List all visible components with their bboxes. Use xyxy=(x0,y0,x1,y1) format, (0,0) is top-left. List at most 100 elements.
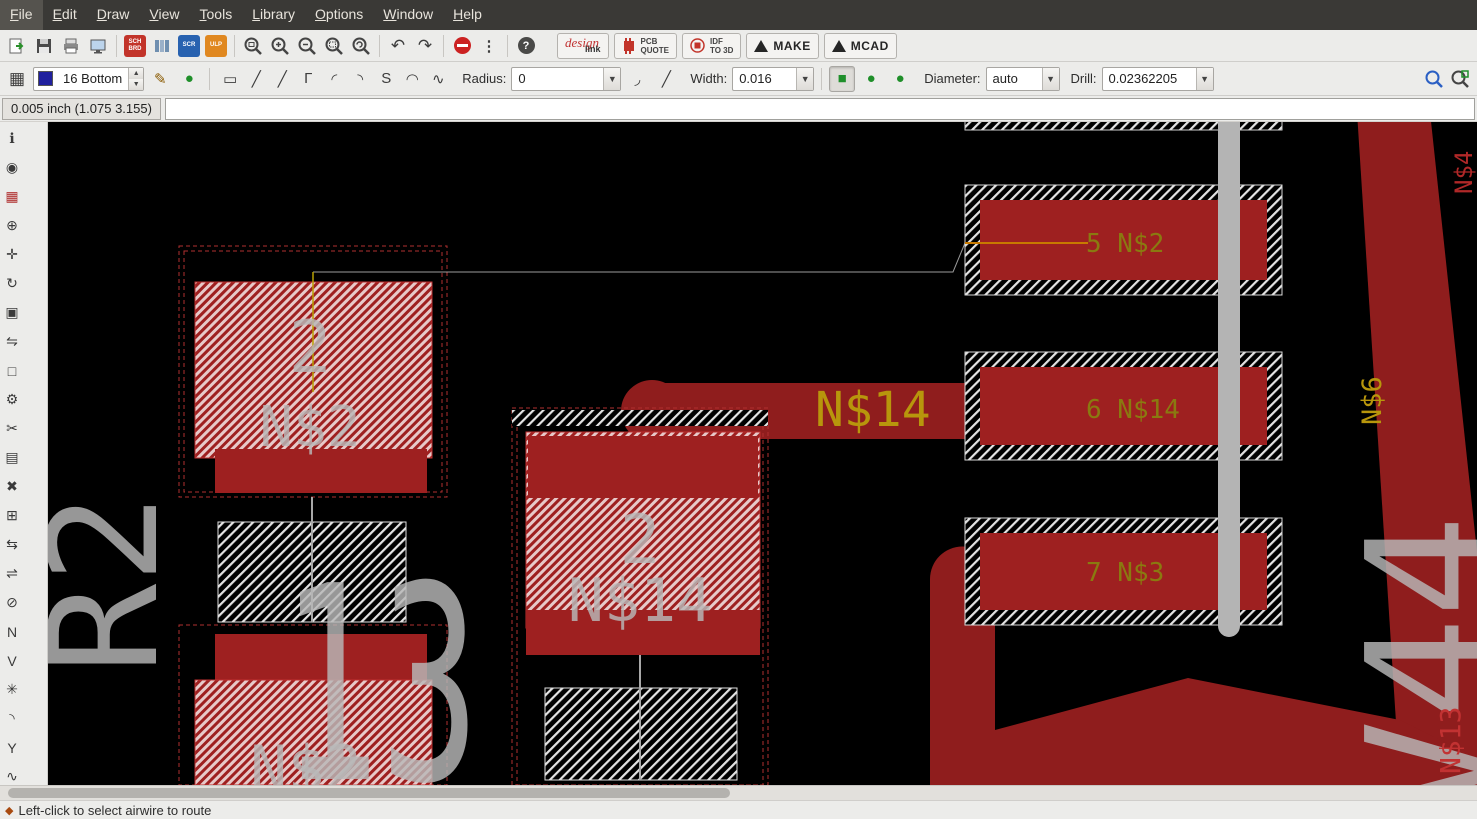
radius-combo[interactable]: 0 ▼ xyxy=(511,66,622,91)
menu-item[interactable]: Library xyxy=(242,0,305,30)
run-script-icon[interactable]: SCR xyxy=(176,33,202,59)
zoom-out-icon[interactable] xyxy=(294,33,320,59)
search-object-icon[interactable] xyxy=(1447,66,1473,92)
scrollbar-thumb[interactable] xyxy=(8,788,730,798)
dropdown-arrow-icon[interactable]: ▼ xyxy=(603,67,621,90)
menu-item[interactable]: Options xyxy=(305,0,373,30)
value-icon[interactable]: V xyxy=(0,646,24,675)
move-icon[interactable]: ✛ xyxy=(0,240,24,269)
layer-color-swatch xyxy=(38,71,53,86)
bend-style-icon[interactable]: ╱ xyxy=(269,66,295,92)
menu-item[interactable]: Help xyxy=(443,0,492,30)
zoom-in-icon[interactable] xyxy=(267,33,293,59)
miter-round-icon[interactable]: ◞ xyxy=(624,66,650,92)
miter-icon[interactable]: ◝ xyxy=(0,704,24,733)
paste-icon[interactable]: ▤ xyxy=(0,443,24,472)
idf-to-3d-button[interactable]: IDF TO 3D xyxy=(681,32,742,59)
menu-item[interactable]: Draw xyxy=(87,0,140,30)
diameter-combo[interactable]: auto ▼ xyxy=(985,66,1060,91)
stop-icon[interactable] xyxy=(449,33,475,59)
delete-icon[interactable]: ✖ xyxy=(0,472,24,501)
pad-label-6: 6 N$14 xyxy=(1086,395,1180,425)
dropdown-arrow-icon[interactable]: ▼ xyxy=(796,67,814,90)
display-layers-icon[interactable]: ▦ xyxy=(0,182,24,211)
horizontal-scrollbar[interactable] xyxy=(0,785,1477,800)
dropdown-arrow-icon[interactable]: ▼ xyxy=(1195,67,1213,90)
width-value: 0.016 xyxy=(739,71,772,86)
bend-style-icon[interactable]: ∿ xyxy=(425,66,451,92)
silk-left-bottom-net: N$2 xyxy=(250,732,362,785)
design-link-button[interactable]: design link xyxy=(557,32,609,59)
make-button[interactable]: MAKE xyxy=(746,32,819,59)
top-layer-trace[interactable] xyxy=(1218,122,1240,626)
info-icon[interactable]: ℹ xyxy=(0,124,24,153)
pcb-icon xyxy=(623,37,634,54)
zoom-redraw-icon[interactable] xyxy=(348,33,374,59)
silk-left-pin: 2 xyxy=(288,305,331,389)
pinswap-icon[interactable]: ⇆ xyxy=(0,530,24,559)
lock-icon[interactable]: ⊘ xyxy=(0,588,24,617)
grid-settings-icon[interactable]: ▦ xyxy=(4,66,30,92)
menu-item[interactable]: Window xyxy=(373,0,443,30)
overflow-menu-icon[interactable]: ⋮ xyxy=(476,33,502,59)
name-icon[interactable]: N xyxy=(0,617,24,646)
mirror-icon[interactable]: ⇋ xyxy=(0,327,24,356)
select-signal-icon[interactable]: ✎ xyxy=(147,66,173,92)
bend-style-icon[interactable]: S xyxy=(373,66,399,92)
via-square-icon[interactable]: ■ xyxy=(829,65,856,92)
bend-style-icon[interactable]: ◠ xyxy=(399,66,425,92)
miter-straight-icon[interactable]: ╱ xyxy=(653,66,679,92)
search-icon[interactable] xyxy=(1421,66,1447,92)
copy-icon[interactable]: ▣ xyxy=(0,298,24,327)
via-round-icon[interactable]: ● xyxy=(858,66,884,92)
mark-icon[interactable]: ⊕ xyxy=(0,211,24,240)
change-icon[interactable]: ⚙ xyxy=(0,385,24,414)
run-ulp-icon[interactable]: ULP xyxy=(203,33,229,59)
top-layer-trace-cap xyxy=(1218,615,1240,637)
undo-icon[interactable]: ↶ xyxy=(385,33,411,59)
bend-style-icon[interactable]: ◜ xyxy=(321,66,347,92)
menu-item[interactable]: Tools xyxy=(190,0,243,30)
replace-icon[interactable]: ⇌ xyxy=(0,559,24,588)
redo-icon[interactable]: ↷ xyxy=(412,33,438,59)
add-icon[interactable]: ⊞ xyxy=(0,501,24,530)
bend-style-icon[interactable]: ▭ xyxy=(217,66,243,92)
save-icon[interactable] xyxy=(31,33,57,59)
rotate-icon[interactable]: ↻ xyxy=(0,269,24,298)
width-combo[interactable]: 0.016 ▼ xyxy=(732,66,815,91)
bend-style-icon[interactable]: ◝ xyxy=(347,66,373,92)
menu-item[interactable]: File xyxy=(0,0,43,30)
manage-libraries-icon[interactable] xyxy=(149,33,175,59)
menu-item[interactable]: View xyxy=(139,0,189,30)
open-icon[interactable] xyxy=(4,33,30,59)
cut-icon[interactable]: ✂ xyxy=(0,414,24,443)
layer-select[interactable]: 16 Bottom ▲ ▼ xyxy=(33,66,145,91)
mcad-button[interactable]: MCAD xyxy=(823,32,897,59)
bend-style-icon[interactable]: ╱ xyxy=(243,66,269,92)
command-line-input[interactable] xyxy=(164,97,1475,120)
print-icon[interactable] xyxy=(58,33,84,59)
bend-style-icon[interactable]: Γ xyxy=(295,66,321,92)
group-icon[interactable]: □ xyxy=(0,356,24,385)
loop-removal-icon[interactable]: ● xyxy=(176,66,202,92)
zoom-fit-icon[interactable] xyxy=(240,33,266,59)
separator xyxy=(379,34,380,57)
pcb-quote-button[interactable]: PCB QUOTE xyxy=(613,32,677,59)
show-icon[interactable]: ◉ xyxy=(0,153,24,182)
cam-processor-icon[interactable] xyxy=(85,33,111,59)
help-icon[interactable]: ? xyxy=(513,33,539,59)
autodesk-logo-icon xyxy=(831,39,846,52)
silk-mid-net: N$14 xyxy=(568,566,713,636)
schematic-board-switch-icon[interactable]: SCH BRD xyxy=(122,33,148,59)
split-icon[interactable]: Y xyxy=(0,733,24,762)
drill-combo[interactable]: 0.02362205 ▼ xyxy=(1101,66,1214,91)
silk-left-net: N$2 xyxy=(259,395,360,460)
layer-spinner[interactable]: ▲ ▼ xyxy=(128,67,144,90)
board-canvas[interactable]: 2 N$2 13 N$2 R2 2 N$14 V44 5 N$2 6 N$14 … xyxy=(48,122,1477,785)
dropdown-arrow-icon[interactable]: ▼ xyxy=(1041,67,1059,90)
smash-icon[interactable]: ✳ xyxy=(0,675,24,704)
cursor-position: 0.005 inch (1.075 3.155) xyxy=(2,97,161,120)
via-octagon-icon[interactable]: ● xyxy=(887,66,913,92)
menu-item[interactable]: Edit xyxy=(43,0,87,30)
zoom-select-icon[interactable] xyxy=(321,33,347,59)
